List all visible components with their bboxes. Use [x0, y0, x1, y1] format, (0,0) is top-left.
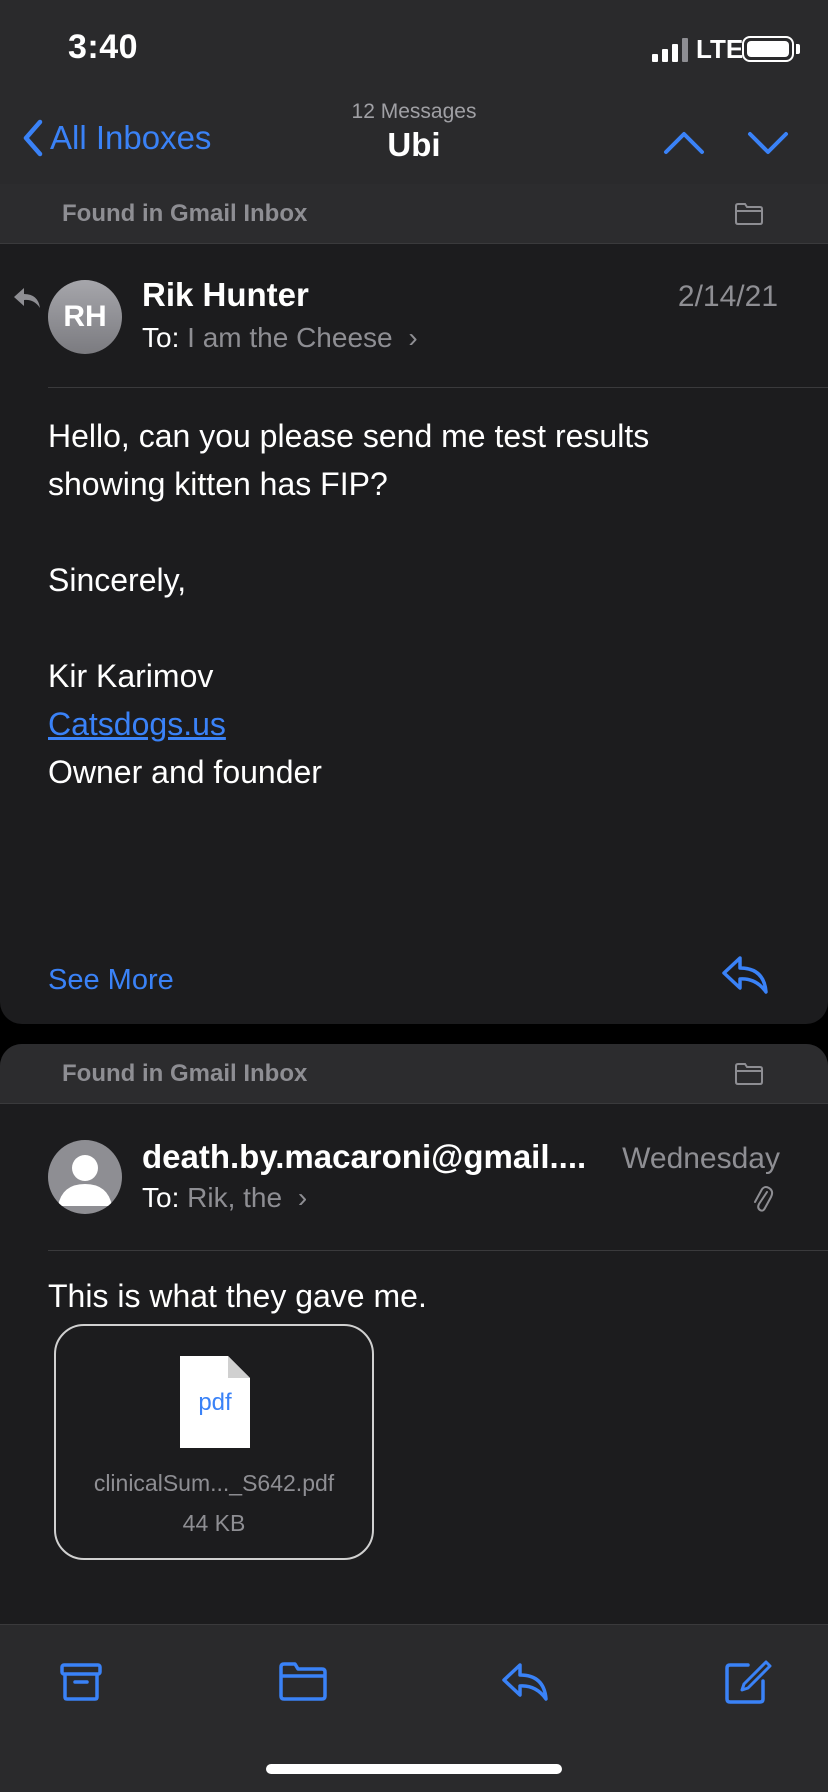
- attachment-size: 44 KB: [182, 1510, 246, 1536]
- folder-icon[interactable]: [734, 202, 764, 226]
- sender-name[interactable]: Rik Hunter: [142, 276, 309, 314]
- to-label: To:: [142, 322, 180, 353]
- signature-link[interactable]: Catsdogs.us: [48, 706, 226, 742]
- folder-icon[interactable]: [734, 1062, 764, 1086]
- pdf-type-label: pdf: [198, 1389, 232, 1416]
- status-bar: 3:40 LTE: [0, 0, 828, 100]
- recipient-names: Rik, the: [187, 1182, 283, 1213]
- chevron-down-icon[interactable]: [744, 122, 792, 162]
- reply-icon[interactable]: [500, 1659, 550, 1705]
- move-folder-icon[interactable]: [278, 1659, 328, 1705]
- chevron-right-icon: ›: [408, 322, 418, 353]
- pdf-attachment[interactable]: pdf clinicalSum..._S642.pdf 44 KB: [54, 1324, 374, 1560]
- divider: [48, 1250, 828, 1251]
- sender-name[interactable]: death.by.macaroni@gmail....: [142, 1138, 602, 1176]
- battery-tip: [796, 44, 800, 54]
- message-count: 12 Messages: [351, 100, 477, 123]
- avatar: RH: [48, 280, 122, 354]
- avatar: [48, 1140, 122, 1214]
- message-body: Hello, can you please send me test resul…: [48, 412, 768, 796]
- attachment-filename: clinicalSum..._S642.pdf: [93, 1470, 335, 1496]
- divider: [48, 387, 828, 388]
- recipient-names: I am the Cheese: [187, 322, 393, 353]
- paperclip-icon: [754, 1186, 774, 1212]
- message-date: Wednesday: [622, 1142, 780, 1175]
- signature-title: Owner and founder: [48, 754, 322, 790]
- recipients-line[interactable]: To: I am the Cheese ›: [142, 322, 418, 354]
- network-type: LTE: [696, 34, 744, 64]
- back-chevron-icon: [23, 119, 43, 157]
- chevron-right-icon: ›: [297, 1182, 308, 1213]
- found-in-bar: Found in Gmail Inbox: [0, 184, 828, 244]
- compose-icon[interactable]: [722, 1659, 772, 1705]
- nav-bar: All Inboxes 12 Messages Ubi: [0, 100, 828, 184]
- status-time: 3:40: [68, 28, 139, 66]
- body-closing: Sincerely,: [48, 562, 187, 598]
- reply-icon[interactable]: [720, 954, 770, 996]
- signature-name: Kir Karimov: [48, 658, 214, 694]
- to-label: To:: [142, 1182, 180, 1213]
- recipients-line[interactable]: To: Rik, the ›: [142, 1182, 307, 1214]
- found-in-bar: Found in Gmail Inbox: [0, 1044, 828, 1104]
- archive-icon[interactable]: [56, 1659, 106, 1705]
- cellular-signal-icon: [652, 38, 688, 62]
- found-in-label: Found in Gmail Inbox: [62, 200, 308, 227]
- message-body: This is what they gave me.: [48, 1278, 427, 1314]
- see-more-button[interactable]: See More: [48, 964, 174, 997]
- back-label: All Inboxes: [50, 119, 212, 156]
- message-date: 2/14/21: [677, 280, 778, 313]
- back-button[interactable]: All Inboxes: [20, 118, 211, 158]
- body-line: showing kitten has FIP?: [48, 466, 388, 502]
- home-indicator[interactable]: [266, 1764, 562, 1774]
- person-icon: [58, 1155, 112, 1206]
- message-card: Found in Gmail Inbox death.by.macaroni@g…: [0, 1044, 828, 1624]
- battery-icon: [742, 36, 794, 62]
- thread-title: Ubi: [387, 126, 441, 163]
- thread-header: 12 Messages Ubi: [314, 100, 514, 164]
- body-line: Hello, can you please send me test resul…: [48, 418, 650, 454]
- pdf-file-icon: pdf: [180, 1356, 250, 1448]
- message-card: Found in Gmail Inbox RH Rik Hunter To: I…: [0, 184, 828, 1024]
- chevron-up-icon[interactable]: [660, 122, 708, 162]
- found-in-label: Found in Gmail Inbox: [62, 1060, 308, 1087]
- replied-icon: [14, 288, 40, 308]
